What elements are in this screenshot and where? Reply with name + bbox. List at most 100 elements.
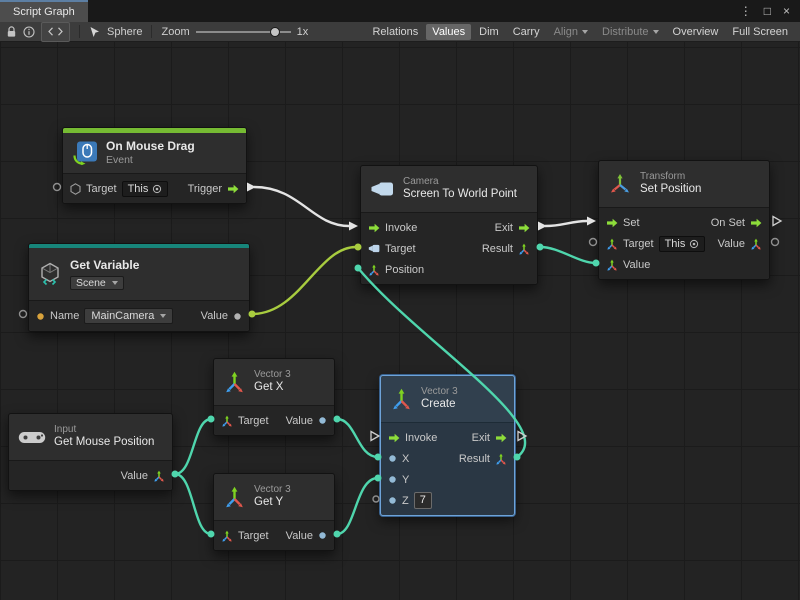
target-this-chip[interactable]: This (122, 181, 169, 197)
vector3-type-icon (368, 264, 380, 276)
port-value[interactable]: Value (286, 530, 327, 542)
wire-gety-createy[interactable] (337, 478, 378, 534)
port-target[interactable]: Target This (606, 236, 705, 252)
port-value-out[interactable]: Value (718, 238, 762, 250)
port-invoke[interactable]: Invoke (368, 222, 417, 234)
variable-name-value: MainCamera (91, 310, 154, 322)
port-target[interactable]: Target (221, 530, 269, 542)
unconnected-port-circle[interactable] (20, 311, 27, 318)
overview-label: Overview (673, 26, 719, 38)
unconnected-flow-triangle[interactable] (518, 432, 526, 441)
menu-icon[interactable]: ⋮ (740, 5, 752, 17)
wire-trigger-invoke[interactable] (254, 187, 349, 226)
port-name[interactable]: Name MainCamera (36, 308, 173, 324)
node-header: Vector 3 Get Y (214, 474, 334, 520)
port-x[interactable]: X (388, 453, 409, 465)
unconnected-port-circle[interactable] (590, 239, 597, 246)
node-set-position[interactable]: Transform Set Position Set On Set (598, 160, 770, 280)
float-type-icon (318, 416, 327, 425)
float-type-icon (388, 475, 397, 484)
port-label: Name (50, 310, 79, 322)
wire-mouse-getx[interactable] (175, 419, 211, 474)
graph-canvas[interactable]: On Mouse Drag Event Target This T (0, 42, 800, 600)
node-get-variable[interactable]: Get Variable Scene Name MainCamera (28, 243, 250, 332)
vector3-type-icon (750, 238, 762, 250)
z-value-field[interactable]: 7 (414, 492, 432, 509)
unconnected-flow-triangle[interactable] (371, 432, 379, 441)
unconnected-port-circle[interactable] (772, 239, 779, 246)
graph-target-name[interactable]: Sphere (107, 26, 142, 38)
port-label: Value (286, 415, 313, 427)
toolbar-separator (79, 25, 80, 38)
edit-source-button[interactable] (41, 22, 70, 42)
port-trigger[interactable]: Trigger (188, 183, 239, 195)
node-get-x[interactable]: Vector 3 Get X Target Value (213, 358, 335, 436)
node-vector3-create[interactable]: Vector 3 Create Invoke Exit (380, 375, 515, 516)
distribute-label: Distribute (602, 26, 648, 38)
node-get-y[interactable]: Vector 3 Get Y Target Value (213, 473, 335, 551)
node-on-mouse-drag[interactable]: On Mouse Drag Event Target This T (62, 127, 247, 204)
close-icon[interactable]: × (783, 5, 790, 17)
port-on-set[interactable]: On Set (711, 217, 762, 229)
dim-label: Dim (479, 26, 499, 38)
port-label: On Set (711, 217, 745, 229)
wire-variable-target[interactable] (252, 247, 356, 314)
node-ports: Target Value (214, 405, 334, 435)
port-z[interactable]: Z 7 (388, 492, 432, 509)
unconnected-port-circle[interactable] (373, 496, 379, 502)
wire-exit-set[interactable] (545, 221, 587, 226)
node-screen-to-world-point[interactable]: Camera Screen To World Point Invoke Exit (360, 165, 538, 285)
this-label: This (128, 183, 149, 195)
maximize-icon[interactable]: □ (764, 5, 771, 17)
port-exit[interactable]: Exit (495, 222, 530, 234)
node-get-mouse-position[interactable]: Input Get Mouse Position Value (8, 413, 173, 491)
full-screen-button[interactable]: Full Screen (726, 24, 794, 40)
dim-button[interactable]: Dim (473, 24, 505, 40)
align-button[interactable]: Align (548, 24, 594, 40)
zoom-slider[interactable] (196, 25, 291, 39)
distribute-button[interactable]: Distribute (596, 24, 664, 40)
port-result[interactable]: Result (482, 243, 530, 255)
info-icon[interactable] (23, 24, 35, 40)
node-ports: Target Value (214, 520, 334, 550)
target-this-chip[interactable]: This (659, 236, 706, 252)
port-label: Target (238, 415, 269, 427)
carry-button[interactable]: Carry (507, 24, 546, 40)
wire-mouse-gety[interactable] (175, 474, 211, 534)
wire-result-value[interactable] (540, 247, 596, 263)
variable-scope-dropdown[interactable]: Scene (70, 276, 124, 290)
transform-icon (608, 173, 632, 195)
port-invoke[interactable]: Invoke (388, 432, 437, 444)
port-value[interactable]: Value (121, 470, 165, 482)
node-ports: Target This Trigger (63, 173, 246, 203)
port-result[interactable]: Result (459, 453, 507, 465)
flow-arrow-icon (606, 218, 618, 228)
variable-name-dropdown[interactable]: MainCamera (84, 308, 173, 324)
toolbar-buttons: Relations Values Dim Carry Align Distrib… (366, 24, 794, 40)
port-value[interactable]: Value (201, 310, 242, 322)
relations-button[interactable]: Relations (366, 24, 424, 40)
overview-button[interactable]: Overview (667, 24, 725, 40)
tab-script-graph[interactable]: Script Graph (0, 0, 88, 22)
values-button[interactable]: Values (426, 24, 471, 40)
port-position[interactable]: Position (368, 264, 424, 276)
port-value-in[interactable]: Value (606, 259, 650, 271)
node-title: Set Position (640, 183, 701, 197)
wire-getx-createx[interactable] (337, 419, 378, 457)
node-category: Input (54, 424, 154, 436)
unconnected-port-circle[interactable] (54, 184, 61, 191)
lock-icon[interactable] (6, 24, 17, 40)
port-target[interactable]: Target (368, 243, 416, 255)
zoom-slider-handle[interactable] (270, 27, 280, 37)
port-set[interactable]: Set (606, 217, 640, 229)
port-label: Z (402, 495, 409, 507)
port-value[interactable]: Value (286, 415, 327, 427)
port-y[interactable]: Y (388, 474, 409, 486)
port-target[interactable]: Target This (70, 181, 168, 197)
port-exit[interactable]: Exit (472, 432, 507, 444)
unconnected-flow-triangle[interactable] (773, 217, 781, 226)
port-target[interactable]: Target (221, 415, 269, 427)
node-subtitle: Event (106, 154, 195, 167)
graph-toolbar: Sphere Zoom 1x Relations Values Dim Carr… (0, 22, 800, 42)
node-category: Vector 3 (254, 484, 291, 496)
